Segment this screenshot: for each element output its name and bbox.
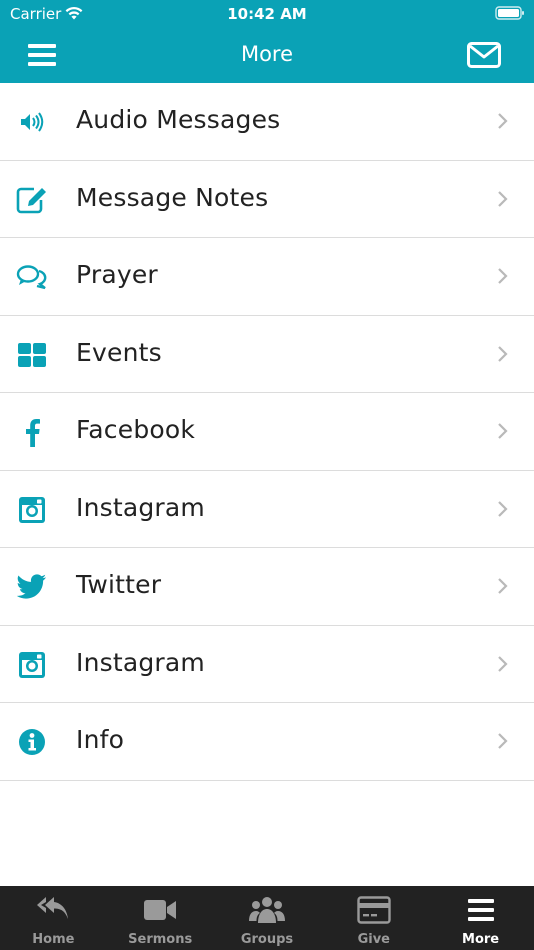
chat-bubbles-icon <box>15 260 49 294</box>
tab-home[interactable]: Home <box>0 886 107 950</box>
credit-card-icon <box>355 894 393 926</box>
speaker-icon <box>15 105 49 139</box>
list-item-label: Events <box>76 337 162 367</box>
instagram-icon <box>15 648 49 682</box>
chevron-right-icon <box>498 500 508 517</box>
tab-more[interactable]: More <box>427 886 534 950</box>
tab-label: Home <box>32 932 75 947</box>
grid-icon <box>15 338 49 372</box>
chevron-right-icon <box>498 268 508 284</box>
chevron-right-icon <box>498 578 508 594</box>
users-icon <box>248 894 286 926</box>
list-item-message-notes[interactable]: Message Notes <box>0 160 534 238</box>
tab-label: Give <box>357 932 390 947</box>
list-item-instagram-2[interactable]: Instagram <box>0 625 534 703</box>
chevron-right-icon <box>498 655 508 672</box>
list-item-facebook[interactable]: Facebook <box>0 393 534 471</box>
tab-sermons[interactable]: Sermons <box>107 886 214 950</box>
nav-bar: More <box>0 30 534 83</box>
list-item-info[interactable]: Info <box>0 703 534 781</box>
list-item-label: Instagram <box>76 647 205 677</box>
edit-note-icon <box>15 183 49 217</box>
battery-icon <box>495 6 524 20</box>
chevron-right-icon <box>498 190 508 207</box>
page-title: More <box>240 42 294 66</box>
list-item-label: Audio Messages <box>76 105 281 134</box>
tab-label: More <box>462 932 500 947</box>
list-item-audio-messages[interactable]: Audio Messages <box>0 83 534 161</box>
list-item-label: Twitter <box>76 570 162 599</box>
chevron-right-icon <box>498 113 508 129</box>
envelope-icon <box>467 42 501 68</box>
tab-bar: Home Sermons Groups Give More <box>0 886 534 950</box>
list-item-prayer[interactable]: Prayer <box>0 238 534 316</box>
reply-all-icon <box>34 894 72 926</box>
info-icon <box>15 725 49 759</box>
chevron-right-icon <box>498 345 508 362</box>
tab-give[interactable]: Give <box>320 886 427 950</box>
hamburger-icon <box>462 894 500 926</box>
status-bar: Carrier 10:42 AM <box>0 0 534 30</box>
list-item-label: Message Notes <box>76 182 269 212</box>
list-item-twitter[interactable]: Twitter <box>0 548 534 626</box>
list-item-label: Info <box>76 725 125 754</box>
mail-button[interactable] <box>464 38 504 72</box>
facebook-icon <box>15 415 49 449</box>
tab-groups[interactable]: Groups <box>214 886 321 950</box>
list-item-label: Prayer <box>76 260 158 289</box>
chevron-right-icon <box>498 423 508 439</box>
list-item-instagram[interactable]: Instagram <box>0 470 534 548</box>
list-item-events[interactable]: Events <box>0 315 534 393</box>
status-time: 10:42 AM <box>227 5 307 23</box>
list-item-label: Facebook <box>76 415 196 444</box>
tab-label: Groups <box>240 932 294 947</box>
header: Carrier 10:42 AM More <box>0 0 534 83</box>
list-item-label: Instagram <box>76 492 205 522</box>
chevron-right-icon <box>498 733 508 749</box>
more-menu-list: Audio Messages Message Notes Prayer Even… <box>0 83 534 781</box>
twitter-icon <box>15 570 49 604</box>
video-camera-icon <box>141 894 179 926</box>
instagram-icon <box>15 493 49 527</box>
tab-label: Sermons <box>128 932 193 947</box>
